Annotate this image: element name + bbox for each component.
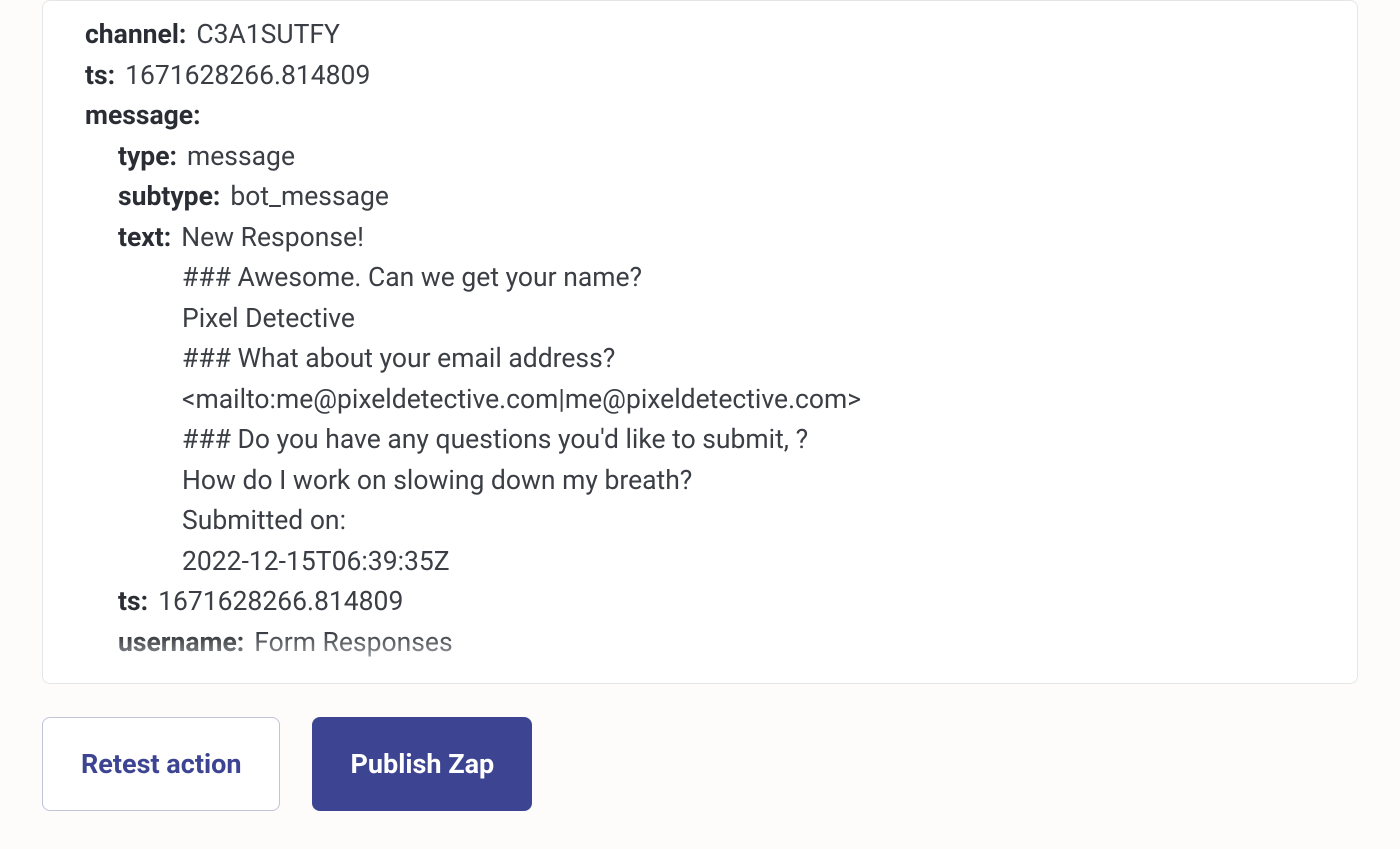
field-value: C3A1SUTFY xyxy=(196,15,340,56)
field-value: 1671628266.814809 xyxy=(125,56,370,97)
field-key: ts xyxy=(118,582,148,623)
text-line-value: ### What about your email address? xyxy=(182,339,615,380)
text-line-value: ### Awesome. Can we get your name? xyxy=(182,258,642,299)
field-key: type xyxy=(118,137,177,178)
text-line-value: 2022-12-15T06:39:35Z xyxy=(182,542,450,583)
text-line: ### What about your email address? xyxy=(85,339,1315,380)
field-key: ts xyxy=(85,56,115,97)
field-value: message xyxy=(187,137,295,178)
field-key: channel xyxy=(85,15,186,56)
field-message-text: text New Response! xyxy=(85,218,1315,259)
text-line-value: ### Do you have any questions you'd like… xyxy=(182,420,808,461)
field-key: subtype xyxy=(118,177,220,218)
text-line: Pixel Detective xyxy=(85,299,1315,340)
field-ts: ts 1671628266.814809 xyxy=(85,56,1315,97)
field-key: message xyxy=(85,96,201,137)
text-line: Submitted on: xyxy=(85,501,1315,542)
action-buttons: Retest action Publish Zap xyxy=(42,717,1358,811)
text-line: How do I work on slowing down my breath? xyxy=(85,461,1315,502)
text-line-value: Submitted on: xyxy=(182,501,346,542)
text-line: ### Awesome. Can we get your name? xyxy=(85,258,1315,299)
field-value: bot_message xyxy=(230,177,389,218)
field-message: message xyxy=(85,96,1315,137)
text-line: <mailto:me@pixeldetective.com|me@pixelde… xyxy=(85,380,1315,421)
text-line: 2022-12-15T06:39:35Z xyxy=(85,542,1315,583)
field-key: username xyxy=(118,623,244,664)
text-line: ### Do you have any questions you'd like… xyxy=(85,420,1315,461)
field-message-subtype: subtype bot_message xyxy=(85,177,1315,218)
field-key: text xyxy=(118,218,171,259)
text-line-value: Pixel Detective xyxy=(182,299,355,340)
field-channel: channel C3A1SUTFY xyxy=(85,15,1315,56)
publish-zap-button[interactable]: Publish Zap xyxy=(312,717,532,811)
field-message-type: type message xyxy=(85,137,1315,178)
field-value: Form Responses xyxy=(254,623,452,664)
field-message-username: username Form Responses xyxy=(85,623,1315,664)
field-value: 1671628266.814809 xyxy=(158,582,403,623)
field-message-ts: ts 1671628266.814809 xyxy=(85,582,1315,623)
retest-action-button[interactable]: Retest action xyxy=(42,717,280,811)
field-value: New Response! xyxy=(181,218,364,259)
text-line-value: <mailto:me@pixeldetective.com|me@pixelde… xyxy=(182,380,861,421)
text-line-value: How do I work on slowing down my breath? xyxy=(182,461,692,502)
data-output-panel: channel C3A1SUTFY ts 1671628266.814809 m… xyxy=(42,0,1358,684)
